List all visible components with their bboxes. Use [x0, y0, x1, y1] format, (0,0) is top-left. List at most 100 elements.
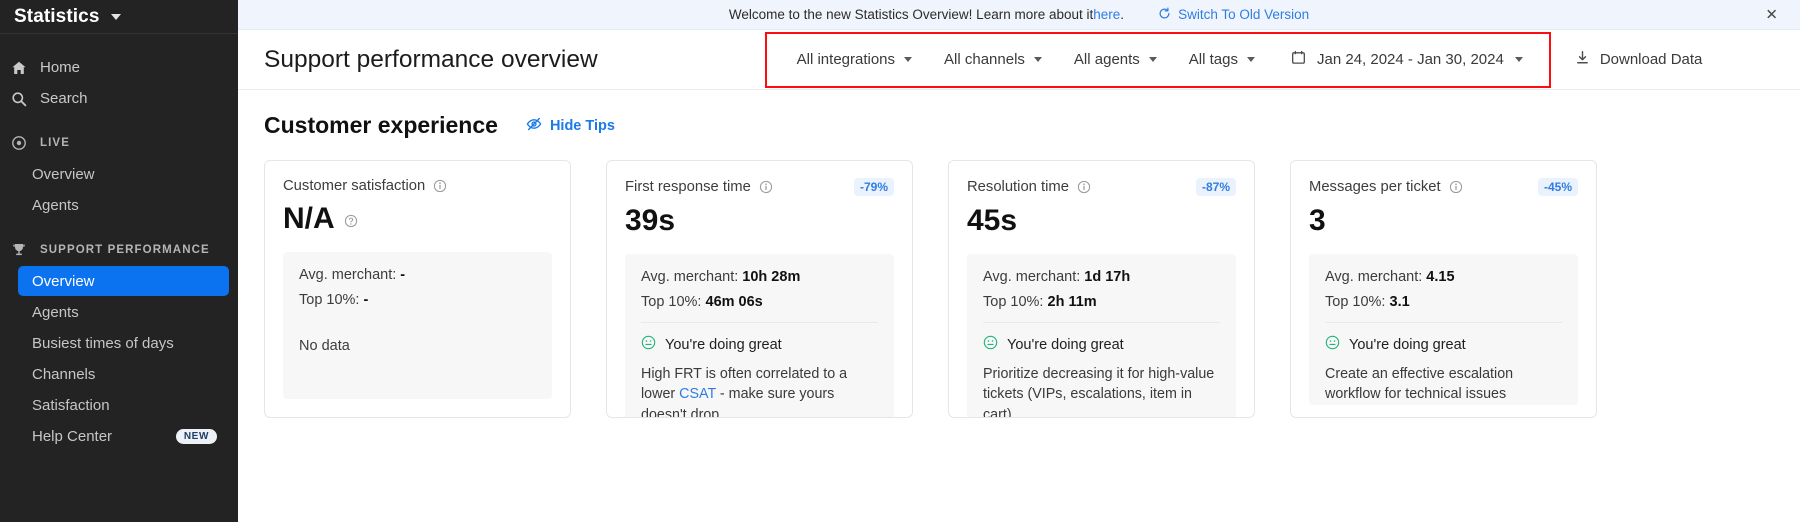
avg-merchant-line: Avg. merchant: 10h 28m	[641, 269, 878, 285]
sidebar-brand[interactable]: Statistics	[0, 0, 238, 34]
filter-label: All tags	[1188, 51, 1238, 68]
filter-all-channels[interactable]: All channels	[928, 43, 1058, 77]
section-header: Customer experience Hide Tips	[264, 112, 1800, 139]
delta-badge: -87%	[1195, 178, 1236, 196]
top-10-value: -	[363, 292, 369, 308]
avg-merchant-value: 1d 17h	[1084, 269, 1131, 285]
sidebar-item-channels[interactable]: Channels	[18, 359, 229, 389]
info-icon[interactable]	[759, 180, 773, 194]
date-range-label: Jan 24, 2024 - Jan 30, 2024	[1317, 51, 1504, 68]
top-10-value: 46m 06s	[705, 294, 763, 310]
tip-status-label: You're doing great	[1349, 336, 1466, 353]
sidebar-item-overview[interactable]: Overview	[18, 266, 229, 296]
top-10-line: Top 10%: 46m 06s	[641, 294, 878, 310]
tip-csat-link[interactable]: CSAT	[679, 386, 716, 402]
sidebar-item-label: Overview	[32, 165, 95, 183]
info-icon[interactable]	[1077, 180, 1091, 194]
info-icon[interactable]	[1449, 180, 1463, 194]
card-value: 39s	[625, 204, 676, 237]
card-header: Resolution time -87% 45s	[949, 161, 1254, 238]
delta-badge: -45%	[1537, 178, 1578, 196]
tip-status: You're doing great	[641, 335, 878, 354]
metric-card-resolution-time: Resolution time -87% 45s Avg. merchant: …	[948, 160, 1255, 418]
chevron-down-icon	[904, 57, 913, 62]
sidebar-item-agents[interactable]: Agents	[18, 297, 229, 327]
avg-merchant-line: Avg. merchant: 1d 17h	[983, 269, 1220, 285]
switch-to-old-version-label: Switch To Old Version	[1178, 7, 1310, 22]
hide-tips-button[interactable]: Hide Tips	[526, 116, 615, 136]
eye-off-icon	[526, 116, 542, 136]
avg-merchant-label: Avg. merchant:	[1325, 269, 1423, 285]
top-10-label: Top 10%:	[983, 294, 1044, 310]
sidebar-item-search[interactable]: Search	[0, 83, 238, 114]
sidebar-item-label: Satisfaction	[32, 396, 110, 414]
sidebar-item-satisfaction[interactable]: Satisfaction	[18, 390, 229, 420]
sidebar-section-label: LIVE	[40, 137, 70, 149]
metric-card-messages-per-ticket: Messages per ticket -45% 3 Avg. merchant…	[1290, 160, 1597, 418]
sidebar-item-help-center[interactable]: Help Center NEW	[18, 421, 229, 451]
tip-text: Prioritize decreasing it for high-value …	[983, 366, 1215, 418]
main-area: Welcome to the new Statistics Overview! …	[238, 0, 1800, 522]
sidebar-item-label: Search	[40, 90, 88, 107]
download-data-label: Download Data	[1599, 51, 1703, 68]
top-10-label: Top 10%:	[299, 292, 360, 308]
sidebar-item-label: Overview	[32, 272, 95, 290]
sidebar-item-label: Help Center	[32, 427, 113, 445]
metric-cards: Customer satisfaction N/A Avg. merchant:…	[264, 160, 1800, 418]
tip-status: You're doing great	[1325, 335, 1562, 354]
sidebar-item-live-overview[interactable]: Overview	[18, 159, 229, 189]
chevron-down-icon	[1033, 57, 1042, 62]
download-data-button[interactable]: Download Data	[1575, 50, 1703, 69]
card-value-row: 45s	[967, 204, 1236, 238]
sidebar-item-busiest-times-of-days[interactable]: Busiest times of days	[18, 328, 229, 358]
sidebar-item-label: Busiest times of days	[32, 334, 174, 352]
tip-text: High FRT is often correlated to a lower …	[641, 364, 878, 417]
top-10-line: Top 10%: 2h 11m	[983, 294, 1220, 310]
avg-merchant-value: 10h 28m	[742, 269, 801, 285]
no-data-text: No data	[299, 338, 350, 354]
announcement-banner: Welcome to the new Statistics Overview! …	[238, 0, 1800, 30]
filter-date-range[interactable]: Jan 24, 2024 - Jan 30, 2024	[1271, 43, 1539, 77]
sidebar-item-label: Home	[40, 59, 81, 76]
home-icon	[10, 59, 28, 77]
page-header: Support performance overview All integra…	[238, 30, 1800, 90]
trophy-icon	[10, 241, 28, 259]
card-title: Resolution time	[967, 179, 1069, 195]
switch-to-old-version-button[interactable]: Switch To Old Version	[1158, 7, 1309, 23]
sidebar-item-label: Channels	[32, 365, 96, 383]
sidebar-item-label: Agents	[32, 303, 79, 321]
filter-label: All integrations	[796, 51, 896, 68]
card-value: 45s	[967, 204, 1018, 237]
hide-tips-label: Hide Tips	[549, 117, 615, 134]
filter-all-integrations[interactable]: All integrations	[781, 43, 928, 77]
top-10-label: Top 10%:	[1325, 294, 1386, 310]
card-body: Avg. merchant: 1d 17h Top 10%: 2h 11m Yo…	[967, 254, 1236, 418]
card-value-row: N/A	[283, 202, 552, 236]
sidebar-item-home[interactable]: Home	[0, 52, 238, 83]
tip-text: Create an effective escalation workflow …	[1325, 366, 1514, 403]
info-icon[interactable]	[433, 179, 447, 193]
card-body: Avg. merchant: 10h 28m Top 10%: 46m 06s	[625, 254, 894, 417]
close-icon[interactable]: ✕	[1765, 7, 1778, 22]
filter-label: All agents	[1073, 51, 1140, 68]
question-circle-icon[interactable]	[344, 202, 358, 236]
card-body: Avg. merchant: 4.15 Top 10%: 3.1 You're …	[1309, 254, 1578, 405]
card-value-row: 3	[1309, 204, 1578, 238]
filter-all-tags[interactable]: All tags	[1173, 43, 1271, 77]
top-10-label: Top 10%:	[641, 294, 702, 310]
banner-learn-more-link[interactable]: here	[1093, 7, 1120, 22]
live-dot-icon	[10, 134, 28, 152]
card-title: Messages per ticket	[1309, 179, 1441, 195]
smiley-face-icon	[983, 335, 998, 354]
chevron-down-icon	[1247, 57, 1255, 62]
delta-badge: -79%	[853, 178, 894, 196]
smiley-face-icon	[1325, 335, 1340, 354]
banner-text-period: .	[1120, 7, 1125, 22]
card-header: Customer satisfaction N/A	[265, 161, 570, 236]
top-10-value: 3.1	[1389, 294, 1410, 310]
sidebar-item-live-agents[interactable]: Agents	[18, 190, 229, 220]
calendar-icon	[1291, 50, 1306, 69]
card-title-row: Resolution time -87%	[967, 178, 1236, 196]
tip-status: You're doing great	[983, 335, 1220, 354]
filter-all-agents[interactable]: All agents	[1058, 43, 1173, 77]
